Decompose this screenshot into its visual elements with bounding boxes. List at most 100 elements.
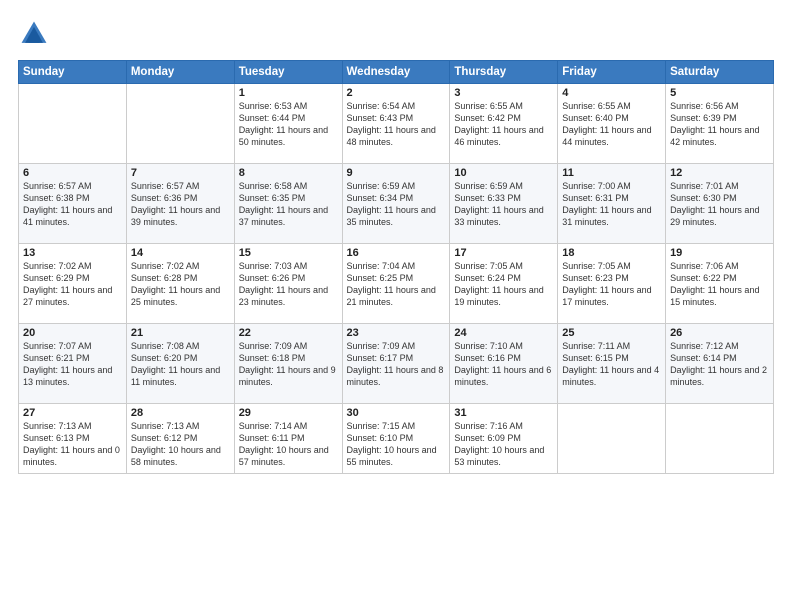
day-number: 21 <box>131 327 230 339</box>
cell-content: Sunrise: 7:13 AM Sunset: 6:12 PM Dayligh… <box>131 420 230 469</box>
cell-content: Sunrise: 7:14 AM Sunset: 6:11 PM Dayligh… <box>239 420 338 469</box>
calendar-cell: 2Sunrise: 6:54 AM Sunset: 6:43 PM Daylig… <box>342 84 450 164</box>
calendar-table: SundayMondayTuesdayWednesdayThursdayFrid… <box>18 60 774 474</box>
calendar-week-2: 6Sunrise: 6:57 AM Sunset: 6:38 PM Daylig… <box>19 164 774 244</box>
day-number: 4 <box>562 87 661 99</box>
header <box>18 18 774 50</box>
day-number: 8 <box>239 167 338 179</box>
calendar-cell: 21Sunrise: 7:08 AM Sunset: 6:20 PM Dayli… <box>126 324 234 404</box>
day-number: 7 <box>131 167 230 179</box>
calendar-week-4: 20Sunrise: 7:07 AM Sunset: 6:21 PM Dayli… <box>19 324 774 404</box>
day-number: 26 <box>670 327 769 339</box>
day-header-friday: Friday <box>558 61 666 84</box>
calendar-cell: 28Sunrise: 7:13 AM Sunset: 6:12 PM Dayli… <box>126 404 234 474</box>
day-number: 27 <box>23 407 122 419</box>
day-number: 12 <box>670 167 769 179</box>
calendar-header-row: SundayMondayTuesdayWednesdayThursdayFrid… <box>19 61 774 84</box>
calendar-cell: 7Sunrise: 6:57 AM Sunset: 6:36 PM Daylig… <box>126 164 234 244</box>
logo-icon <box>18 18 50 50</box>
day-number: 16 <box>347 247 446 259</box>
cell-content: Sunrise: 7:01 AM Sunset: 6:30 PM Dayligh… <box>670 180 769 229</box>
day-number: 31 <box>454 407 553 419</box>
day-number: 10 <box>454 167 553 179</box>
cell-content: Sunrise: 6:55 AM Sunset: 6:40 PM Dayligh… <box>562 100 661 149</box>
calendar-cell: 22Sunrise: 7:09 AM Sunset: 6:18 PM Dayli… <box>234 324 342 404</box>
day-number: 22 <box>239 327 338 339</box>
calendar-cell: 9Sunrise: 6:59 AM Sunset: 6:34 PM Daylig… <box>342 164 450 244</box>
day-number: 28 <box>131 407 230 419</box>
calendar-cell: 14Sunrise: 7:02 AM Sunset: 6:28 PM Dayli… <box>126 244 234 324</box>
day-number: 20 <box>23 327 122 339</box>
calendar-cell <box>558 404 666 474</box>
day-number: 5 <box>670 87 769 99</box>
cell-content: Sunrise: 6:56 AM Sunset: 6:39 PM Dayligh… <box>670 100 769 149</box>
cell-content: Sunrise: 7:15 AM Sunset: 6:10 PM Dayligh… <box>347 420 446 469</box>
cell-content: Sunrise: 6:59 AM Sunset: 6:34 PM Dayligh… <box>347 180 446 229</box>
day-number: 29 <box>239 407 338 419</box>
day-number: 3 <box>454 87 553 99</box>
cell-content: Sunrise: 7:09 AM Sunset: 6:17 PM Dayligh… <box>347 340 446 389</box>
calendar-cell: 24Sunrise: 7:10 AM Sunset: 6:16 PM Dayli… <box>450 324 558 404</box>
calendar-cell: 8Sunrise: 6:58 AM Sunset: 6:35 PM Daylig… <box>234 164 342 244</box>
day-number: 13 <box>23 247 122 259</box>
calendar-cell: 30Sunrise: 7:15 AM Sunset: 6:10 PM Dayli… <box>342 404 450 474</box>
day-header-thursday: Thursday <box>450 61 558 84</box>
cell-content: Sunrise: 6:53 AM Sunset: 6:44 PM Dayligh… <box>239 100 338 149</box>
day-number: 30 <box>347 407 446 419</box>
calendar-week-5: 27Sunrise: 7:13 AM Sunset: 6:13 PM Dayli… <box>19 404 774 474</box>
calendar-cell <box>19 84 127 164</box>
cell-content: Sunrise: 6:54 AM Sunset: 6:43 PM Dayligh… <box>347 100 446 149</box>
calendar-cell: 31Sunrise: 7:16 AM Sunset: 6:09 PM Dayli… <box>450 404 558 474</box>
cell-content: Sunrise: 7:08 AM Sunset: 6:20 PM Dayligh… <box>131 340 230 389</box>
calendar-cell: 19Sunrise: 7:06 AM Sunset: 6:22 PM Dayli… <box>666 244 774 324</box>
cell-content: Sunrise: 7:07 AM Sunset: 6:21 PM Dayligh… <box>23 340 122 389</box>
day-number: 19 <box>670 247 769 259</box>
calendar-cell: 13Sunrise: 7:02 AM Sunset: 6:29 PM Dayli… <box>19 244 127 324</box>
calendar-cell: 27Sunrise: 7:13 AM Sunset: 6:13 PM Dayli… <box>19 404 127 474</box>
cell-content: Sunrise: 7:05 AM Sunset: 6:24 PM Dayligh… <box>454 260 553 309</box>
cell-content: Sunrise: 7:02 AM Sunset: 6:29 PM Dayligh… <box>23 260 122 309</box>
day-number: 18 <box>562 247 661 259</box>
day-number: 11 <box>562 167 661 179</box>
calendar-week-3: 13Sunrise: 7:02 AM Sunset: 6:29 PM Dayli… <box>19 244 774 324</box>
calendar-cell: 3Sunrise: 6:55 AM Sunset: 6:42 PM Daylig… <box>450 84 558 164</box>
calendar-cell: 5Sunrise: 6:56 AM Sunset: 6:39 PM Daylig… <box>666 84 774 164</box>
day-header-sunday: Sunday <box>19 61 127 84</box>
calendar-cell: 1Sunrise: 6:53 AM Sunset: 6:44 PM Daylig… <box>234 84 342 164</box>
cell-content: Sunrise: 6:59 AM Sunset: 6:33 PM Dayligh… <box>454 180 553 229</box>
day-header-saturday: Saturday <box>666 61 774 84</box>
day-number: 15 <box>239 247 338 259</box>
logo <box>18 18 54 50</box>
calendar-cell: 26Sunrise: 7:12 AM Sunset: 6:14 PM Dayli… <box>666 324 774 404</box>
cell-content: Sunrise: 7:13 AM Sunset: 6:13 PM Dayligh… <box>23 420 122 469</box>
day-number: 1 <box>239 87 338 99</box>
cell-content: Sunrise: 6:55 AM Sunset: 6:42 PM Dayligh… <box>454 100 553 149</box>
calendar-week-1: 1Sunrise: 6:53 AM Sunset: 6:44 PM Daylig… <box>19 84 774 164</box>
calendar-cell: 25Sunrise: 7:11 AM Sunset: 6:15 PM Dayli… <box>558 324 666 404</box>
cell-content: Sunrise: 7:03 AM Sunset: 6:26 PM Dayligh… <box>239 260 338 309</box>
cell-content: Sunrise: 7:11 AM Sunset: 6:15 PM Dayligh… <box>562 340 661 389</box>
day-header-wednesday: Wednesday <box>342 61 450 84</box>
calendar-cell: 29Sunrise: 7:14 AM Sunset: 6:11 PM Dayli… <box>234 404 342 474</box>
page: SundayMondayTuesdayWednesdayThursdayFrid… <box>0 0 792 612</box>
day-number: 17 <box>454 247 553 259</box>
cell-content: Sunrise: 7:02 AM Sunset: 6:28 PM Dayligh… <box>131 260 230 309</box>
day-number: 23 <box>347 327 446 339</box>
calendar-cell: 18Sunrise: 7:05 AM Sunset: 6:23 PM Dayli… <box>558 244 666 324</box>
calendar-cell: 15Sunrise: 7:03 AM Sunset: 6:26 PM Dayli… <box>234 244 342 324</box>
calendar-cell <box>126 84 234 164</box>
day-number: 24 <box>454 327 553 339</box>
calendar-cell: 4Sunrise: 6:55 AM Sunset: 6:40 PM Daylig… <box>558 84 666 164</box>
calendar-cell: 20Sunrise: 7:07 AM Sunset: 6:21 PM Dayli… <box>19 324 127 404</box>
calendar-cell <box>666 404 774 474</box>
calendar-cell: 23Sunrise: 7:09 AM Sunset: 6:17 PM Dayli… <box>342 324 450 404</box>
day-header-monday: Monday <box>126 61 234 84</box>
cell-content: Sunrise: 6:58 AM Sunset: 6:35 PM Dayligh… <box>239 180 338 229</box>
cell-content: Sunrise: 6:57 AM Sunset: 6:38 PM Dayligh… <box>23 180 122 229</box>
day-number: 6 <box>23 167 122 179</box>
cell-content: Sunrise: 6:57 AM Sunset: 6:36 PM Dayligh… <box>131 180 230 229</box>
cell-content: Sunrise: 7:00 AM Sunset: 6:31 PM Dayligh… <box>562 180 661 229</box>
cell-content: Sunrise: 7:12 AM Sunset: 6:14 PM Dayligh… <box>670 340 769 389</box>
calendar-cell: 10Sunrise: 6:59 AM Sunset: 6:33 PM Dayli… <box>450 164 558 244</box>
calendar-cell: 11Sunrise: 7:00 AM Sunset: 6:31 PM Dayli… <box>558 164 666 244</box>
